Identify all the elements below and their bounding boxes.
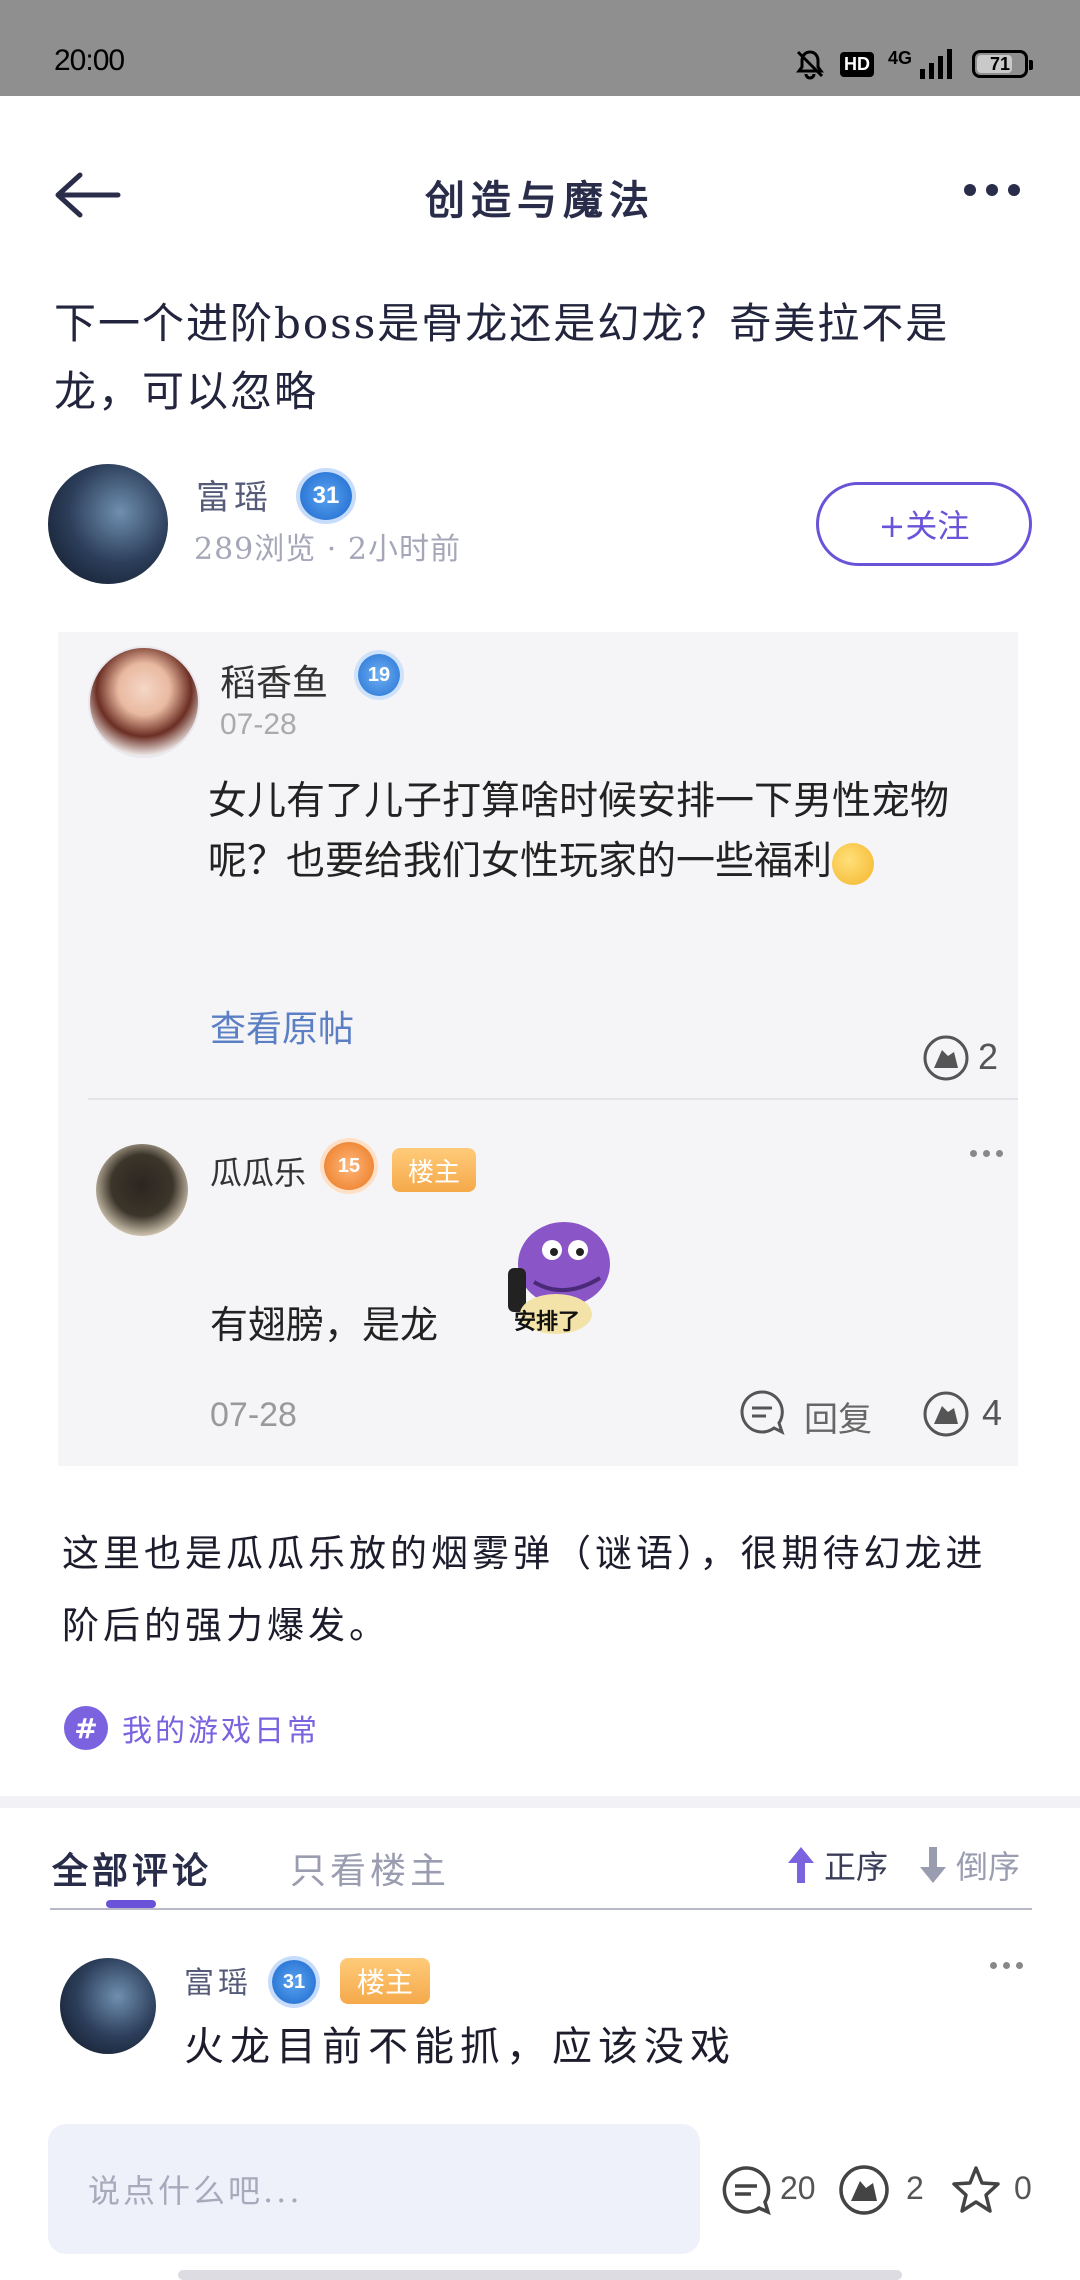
favorite-count: 0 [1014, 2170, 1032, 2206]
more-options-icon[interactable] [964, 184, 1020, 196]
reply-icon [740, 1390, 785, 1435]
reply-label: 回复 [804, 1400, 872, 1440]
sort-ascending-label: 正序 [824, 1848, 889, 1886]
battery-icon: 71 [972, 50, 1033, 78]
signal-icon [920, 49, 952, 79]
like-icon[interactable] [838, 2164, 890, 2216]
embedded-reply-like-count: 4 [982, 1392, 1003, 1433]
topic-tag[interactable]: # 我的游戏日常 [64, 1706, 320, 1750]
status-time: 20:00 [54, 44, 125, 77]
hashtag-icon: # [64, 1706, 108, 1750]
tab-owner-only[interactable]: 只看楼主 [290, 1842, 450, 1894]
topic-label: 我的游戏日常 [122, 1714, 320, 1749]
comment-username[interactable]: 富瑶 [184, 1958, 252, 2002]
post-title: 下一个进阶boss是骨龙还是幻龙？奇美拉不是龙，可以忽略 [54, 299, 950, 416]
page-title: 创造与魔法 [425, 178, 655, 224]
comment-owner-tag: 楼主 [340, 1958, 430, 2004]
hd-badge: HD [839, 51, 874, 77]
embedded-reply-text: 有翅膀，是龙 [210, 1303, 439, 1347]
post-body: 这里也是瓜瓜乐放的烟雾弹（谜语），很期待幻龙进阶后的强力爆发。 [62, 1532, 987, 1647]
battery-level: 71 [989, 53, 1011, 74]
home-indicator [178, 2270, 902, 2280]
embedded-username: 稻香鱼 [220, 662, 329, 703]
status-icons: HD 4G 71 [794, 44, 1033, 84]
comment-count: 20 [780, 2170, 816, 2206]
app-header: 创造与魔法 [0, 96, 1080, 296]
embedded-like-count: 2 [978, 1036, 999, 1077]
owner-tag: 楼主 [392, 1148, 476, 1192]
status-bar: 20:00 HD 4G 71 [0, 0, 1080, 96]
author-avatar[interactable] [48, 464, 168, 584]
divider [88, 1098, 1018, 1100]
comment-avatar[interactable] [60, 1958, 156, 2054]
thinking-emoji-icon [832, 842, 875, 885]
post-meta: 289浏览 · 2小时前 [194, 532, 461, 567]
author-name[interactable]: 富瑶 [196, 470, 272, 519]
star-icon[interactable] [950, 2164, 1002, 2216]
comment-text: 火龙目前不能抓，应该没戏 [184, 2024, 736, 2070]
embedded-reply-avatar [96, 1144, 188, 1236]
embedded-post-text: 女儿有了儿子打算啥时候安排一下男性宠物呢？也要给我们女性玩家的一些福利 [208, 779, 950, 885]
follow-button[interactable]: +关注 [816, 482, 1032, 566]
like-icon [923, 1035, 969, 1081]
embedded-avatar [88, 646, 200, 758]
network-type: 4G [887, 47, 912, 68]
embedded-reply-level-badge: 15 [324, 1142, 374, 1190]
like-count: 2 [906, 2170, 924, 2206]
view-original-link: 查看原帖 [210, 1009, 355, 1050]
comment-level-badge: 31 [272, 1960, 316, 2004]
embedded-reply-date: 07-28 [210, 1396, 297, 1434]
embedded-reply-username: 瓜瓜乐 [210, 1155, 307, 1191]
tab-all-comments[interactable]: 全部评论 [52, 1842, 212, 1894]
mute-bell-icon [795, 50, 824, 80]
embedded-date: 07-28 [220, 708, 297, 741]
more-dots-icon [970, 1150, 1003, 1157]
comment-more-icon[interactable] [990, 1962, 1023, 1969]
sort-ascending-button[interactable]: 正序 [786, 1842, 888, 1888]
like-icon [923, 1391, 969, 1437]
active-tab-indicator [106, 1900, 156, 1908]
embedded-level-badge: 19 [358, 654, 400, 696]
sort-descending-button[interactable]: 倒序 [918, 1842, 1020, 1888]
embedded-screenshot-image[interactable]: 稻香鱼 19 07-28 女儿有了儿子打算啥时候安排一下男性宠物呢？也要给我们女… [58, 632, 1018, 1466]
arrow-up-icon [788, 1847, 814, 1883]
author-level-badge: 31 [300, 472, 352, 520]
tabs-divider [50, 1908, 1032, 1910]
comment-input[interactable]: 说点什么吧... [48, 2124, 700, 2254]
sort-descending-label: 倒序 [956, 1848, 1021, 1886]
sticker-caption: 安排了 [514, 1310, 581, 1335]
comment-icon[interactable] [720, 2164, 772, 2216]
section-divider [0, 1796, 1080, 1808]
arrow-down-icon [920, 1847, 946, 1883]
